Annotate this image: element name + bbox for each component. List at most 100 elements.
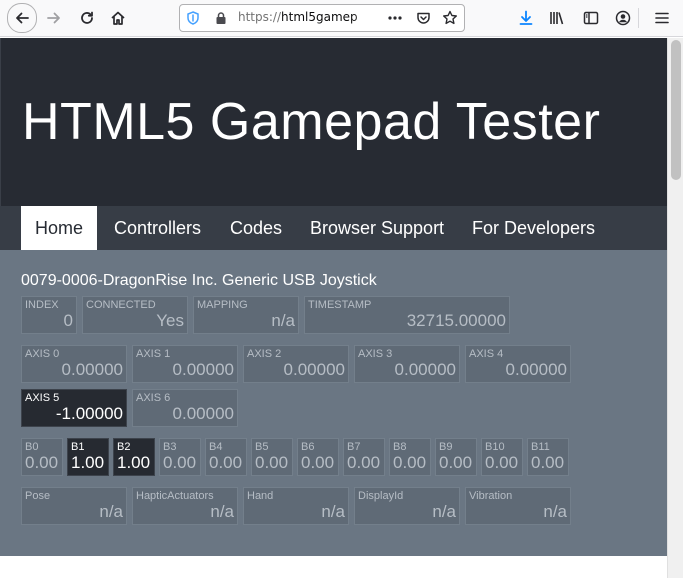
- button-label: B4: [209, 441, 223, 453]
- downloads-button[interactable]: [512, 4, 540, 32]
- button-value: 0.00: [531, 453, 565, 472]
- button-cell-pressed: B1 1.00: [67, 438, 109, 476]
- nav-for-developers[interactable]: For Developers: [472, 206, 595, 250]
- forward-button[interactable]: [40, 4, 68, 32]
- button-label: B11: [531, 441, 550, 453]
- extra-value: n/a: [432, 502, 456, 521]
- download-icon: [519, 10, 533, 25]
- button-label: B7: [347, 441, 361, 453]
- button-value: 0.00: [347, 453, 381, 472]
- axis-label: AXIS 5: [25, 392, 60, 404]
- shield-icon[interactable]: [184, 9, 202, 27]
- back-button[interactable]: [7, 3, 37, 33]
- button-label: B2: [117, 441, 131, 453]
- nav-home[interactable]: Home: [21, 206, 98, 250]
- info-value: n/a: [271, 311, 295, 330]
- hero-header: HTML5 Gamepad Tester: [0, 38, 667, 206]
- nav-browser-support[interactable]: Browser Support: [310, 206, 444, 250]
- button-value: 0.00: [255, 453, 289, 472]
- info-cell-mapping: MAPPING n/a: [193, 296, 299, 334]
- button-value: 0.00: [25, 453, 59, 472]
- axis-value: 0.00000: [283, 360, 345, 379]
- button-cell: B10 0.00: [481, 438, 523, 476]
- extra-value: n/a: [210, 502, 234, 521]
- axis-label: AXIS 1: [136, 348, 171, 360]
- button-label: B1: [71, 441, 85, 453]
- reload-button[interactable]: [73, 4, 101, 32]
- button-label: B10: [485, 441, 505, 453]
- axis-label: AXIS 6: [136, 392, 171, 404]
- button-value: 0.00: [439, 453, 473, 472]
- page-footer-area: [0, 556, 667, 578]
- info-value: Yes: [156, 311, 184, 330]
- url-text[interactable]: https://html5gamep: [238, 10, 380, 24]
- axis-label: AXIS 3: [358, 348, 393, 360]
- extra-cell-pose: Pose n/a: [21, 487, 127, 525]
- scrollbar-thumb[interactable]: [671, 40, 681, 180]
- sidebar-icon: [583, 11, 599, 25]
- extra-cell-hand: Hand n/a: [243, 487, 349, 525]
- page-title: HTML5 Gamepad Tester: [22, 93, 601, 151]
- button-cell: B4 0.00: [205, 438, 247, 476]
- home-button[interactable]: [104, 4, 132, 32]
- account-button[interactable]: [609, 4, 637, 32]
- pocket-icon[interactable]: [414, 9, 432, 27]
- axis-value: 0.00000: [505, 360, 567, 379]
- button-value: 1.00: [71, 453, 105, 472]
- more-dots-icon[interactable]: [386, 9, 404, 27]
- lock-icon[interactable]: [212, 9, 230, 27]
- axis-cell: AXIS 3 0.00000: [354, 345, 460, 383]
- vertical-scrollbar[interactable]: [667, 38, 683, 578]
- button-value: 1.00: [117, 453, 151, 472]
- extra-label: HapticActuators: [136, 490, 214, 502]
- info-cell-connected: CONNECTED Yes: [82, 296, 188, 334]
- axis-cell: AXIS 1 0.00000: [132, 345, 238, 383]
- button-value: 0.00: [485, 453, 519, 472]
- axis-value: -1.00000: [55, 404, 123, 423]
- info-label: INDEX: [25, 299, 59, 311]
- axis-value: 0.00000: [61, 360, 123, 379]
- account-icon: [615, 10, 631, 26]
- axis-label: AXIS 4: [469, 348, 504, 360]
- reload-icon: [81, 11, 93, 24]
- axis-value: 0.00000: [172, 360, 234, 379]
- axis-cell: AXIS 4 0.00000: [465, 345, 571, 383]
- toolbar-separator: [638, 8, 639, 28]
- info-label: TIMESTAMP: [308, 299, 372, 311]
- info-value: 32715.00000: [406, 311, 506, 330]
- axis-value: 0.00000: [394, 360, 456, 379]
- extra-cell-vibration: Vibration n/a: [465, 487, 571, 525]
- info-value: 0: [63, 311, 73, 330]
- extra-value: n/a: [99, 502, 123, 521]
- url-bar[interactable]: https://html5gamep: [179, 4, 465, 32]
- button-cell: B9 0.00: [435, 438, 477, 476]
- nav-codes[interactable]: Codes: [230, 206, 282, 250]
- button-cell: B6 0.00: [297, 438, 339, 476]
- button-value: 0.00: [163, 453, 197, 472]
- sidebar-button[interactable]: [577, 4, 605, 32]
- info-label: CONNECTED: [86, 299, 156, 311]
- browser-toolbar: https://html5gamep: [0, 0, 683, 37]
- bookmark-star-icon[interactable]: [441, 9, 459, 27]
- extra-value: n/a: [543, 502, 567, 521]
- button-label: B8: [393, 441, 407, 453]
- axis-cell: AXIS 2 0.00000: [243, 345, 349, 383]
- library-button[interactable]: [543, 4, 571, 32]
- main-nav: Home Controllers Codes Browser Support F…: [0, 206, 667, 250]
- extra-value: n/a: [321, 502, 345, 521]
- axis-value: 0.00000: [172, 404, 234, 423]
- button-cell: B0 0.00: [21, 438, 63, 476]
- button-value: 0.00: [393, 453, 427, 472]
- button-label: B3: [163, 441, 177, 453]
- axis-label: AXIS 2: [247, 348, 282, 360]
- extra-cell-display-id: DisplayId n/a: [354, 487, 460, 525]
- button-value: 0.00: [209, 453, 243, 472]
- menu-button[interactable]: [648, 4, 676, 32]
- button-label: B6: [301, 441, 315, 453]
- button-cell: B8 0.00: [389, 438, 431, 476]
- button-value: 0.00: [301, 453, 335, 472]
- url-scheme: https://: [238, 10, 282, 24]
- nav-controllers[interactable]: Controllers: [114, 206, 201, 250]
- button-cell: B7 0.00: [343, 438, 385, 476]
- info-cell-index: INDEX 0: [21, 296, 77, 334]
